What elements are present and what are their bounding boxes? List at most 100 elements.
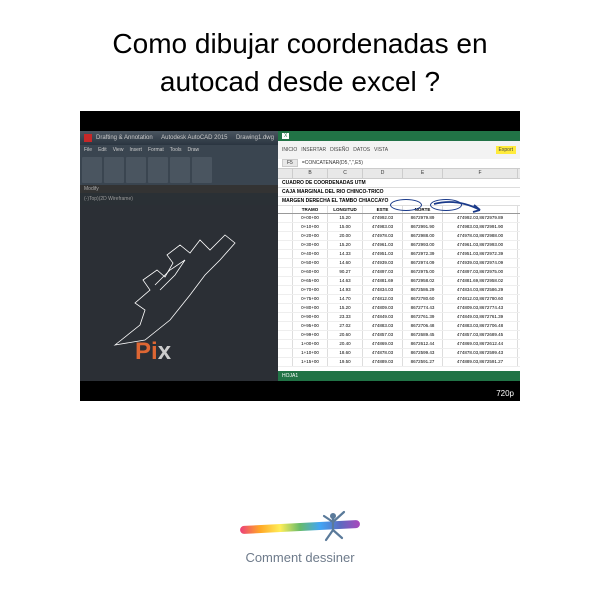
viewport-tab[interactable]: (-)Top)(2D Wireframe) [84, 196, 133, 202]
autocad-canvas[interactable]: Pix [80, 205, 278, 381]
table-row[interactable]: 0+95+0027.02474883.038672706.48474883.03… [278, 322, 520, 331]
grid-cell[interactable]: 8672612.44 [403, 340, 443, 348]
ribbon-tab[interactable]: VISTA [374, 147, 388, 153]
ribbon-button[interactable] [82, 157, 102, 183]
grid-cell[interactable] [278, 286, 293, 294]
grid-cell[interactable]: 474961.03,8672993.00 [443, 241, 518, 249]
menu-edit[interactable]: Edit [98, 147, 107, 153]
grid-cell[interactable]: 474889.03,8672591.27 [443, 358, 518, 366]
grid-cell[interactable]: 474878.03 [363, 349, 403, 357]
col-header[interactable]: B [293, 169, 328, 178]
menu-file[interactable]: File [84, 147, 92, 153]
grid-cell[interactable]: 8672974.09 [403, 259, 443, 267]
grid-cell[interactable]: 1+00+00 [293, 340, 328, 348]
grid-cell[interactable] [278, 214, 293, 222]
grid-cell[interactable]: 0+65+00 [293, 277, 328, 285]
grid-cell[interactable]: 474992.03 [363, 214, 403, 222]
grid-cell[interactable] [278, 232, 293, 240]
menu-tools[interactable]: Tools [170, 147, 182, 153]
table-row[interactable]: 1+15+0019.50474889.038672591.27474889.03… [278, 358, 520, 367]
grid-cell[interactable]: 18.60 [328, 349, 363, 357]
table-row[interactable]: 0+50+0014.60474939.038672974.09474939.03… [278, 259, 520, 268]
table-row[interactable]: 0+40+0014.33474951.038672972.39474951.03… [278, 250, 520, 259]
grid-cell[interactable]: 474878.03,8672599.43 [443, 349, 518, 357]
ribbon-tab[interactable]: INICIO [282, 147, 297, 153]
grid-cell[interactable]: 90.27 [328, 268, 363, 276]
grid-cell[interactable]: 19.50 [328, 358, 363, 366]
grid-cell[interactable] [278, 277, 293, 285]
table-row[interactable]: 0+75+0014.70474812.038672780.60474812.03… [278, 295, 520, 304]
table-row[interactable]: 0+80+0015.20474809.038672774.43474809.03… [278, 304, 520, 313]
table-row[interactable]: 0+90+0023.33474849.038672761.39474849.03… [278, 313, 520, 322]
grid-cell[interactable]: 474857.03 [363, 331, 403, 339]
table-row[interactable]: 0+65+0014.63474881.698672958.02474881.69… [278, 277, 520, 286]
grid-cell[interactable]: 14.63 [328, 277, 363, 285]
grid-cell[interactable]: 474869.03,8672612.44 [443, 340, 518, 348]
grid-cell[interactable]: 15.20 [328, 241, 363, 249]
sheet-tab[interactable]: HOJA1 [282, 373, 298, 379]
grid-cell[interactable] [278, 223, 293, 231]
grid-cell[interactable]: 474897.03,8672975.00 [443, 268, 518, 276]
grid-cell[interactable]: 15.00 [328, 223, 363, 231]
grid-cell[interactable]: 0+95+00 [293, 322, 328, 330]
grid-cell[interactable]: 8672774.43 [403, 304, 443, 312]
grid-cell[interactable]: 0+70+00 [293, 286, 328, 294]
grid-cell[interactable]: 20.60 [328, 331, 363, 339]
grid-cell[interactable]: 474883.03,8672706.48 [443, 322, 518, 330]
grid-cell[interactable]: 474983.03 [363, 223, 403, 231]
col-header[interactable]: E [403, 169, 443, 178]
grid-cell[interactable] [278, 295, 293, 303]
grid-cell[interactable]: 474869.03 [363, 340, 403, 348]
grid-cell[interactable]: 8672988.00 [403, 232, 443, 240]
grid-cell[interactable] [278, 241, 293, 249]
grid-cell[interactable]: 474983.03,8672991.90 [443, 223, 518, 231]
ribbon-button[interactable] [104, 157, 124, 183]
table-row[interactable]: 0+10+0015.00474983.038672991.90474983.03… [278, 223, 520, 232]
grid-cell[interactable] [278, 358, 293, 366]
grid-cell[interactable]: 14.33 [328, 250, 363, 258]
grid-cell[interactable]: 474939.03,8672974.09 [443, 259, 518, 267]
grid-cell[interactable]: 1+10+00 [293, 349, 328, 357]
grid-cell[interactable] [278, 340, 293, 348]
grid-cell[interactable]: 20.00 [328, 232, 363, 240]
table-row[interactable]: 0+99+0020.60474857.038672689.45474857.03… [278, 331, 520, 340]
grid-cell[interactable]: 474978.03,8672988.00 [443, 232, 518, 240]
grid-cell[interactable]: 8672689.45 [403, 331, 443, 339]
ribbon-button[interactable] [170, 157, 190, 183]
grid-cell[interactable]: 0+40+00 [293, 250, 328, 258]
grid-cell[interactable]: 23.33 [328, 313, 363, 321]
grid-cell[interactable]: 8672780.60 [403, 295, 443, 303]
ribbon-button[interactable] [126, 157, 146, 183]
menu-insert[interactable]: Insert [129, 147, 142, 153]
grid-cell[interactable] [278, 304, 293, 312]
ribbon-tab[interactable]: INSERTAR [301, 147, 326, 153]
menu-draw[interactable]: Draw [187, 147, 199, 153]
grid-cell[interactable]: 474939.03 [363, 259, 403, 267]
grid-cell[interactable]: 474834.03 [363, 286, 403, 294]
grid-cell[interactable]: 14.70 [328, 295, 363, 303]
col-header[interactable]: C [328, 169, 363, 178]
grid-cell[interactable]: 0+60+00 [293, 268, 328, 276]
grid-cell[interactable]: 0+20+00 [293, 232, 328, 240]
grid-cell[interactable]: 474951.03,8672972.39 [443, 250, 518, 258]
grid-cell[interactable] [278, 259, 293, 267]
grid-cell[interactable] [278, 250, 293, 258]
menu-format[interactable]: Format [148, 147, 164, 153]
ribbon-highlight[interactable]: Export [496, 146, 516, 154]
grid-cell[interactable]: 474857.03,8672689.45 [443, 331, 518, 339]
grid-cell[interactable] [278, 268, 293, 276]
grid-cell[interactable]: 474961.03 [363, 241, 403, 249]
grid-cell[interactable]: 8672993.00 [403, 241, 443, 249]
grid-cell[interactable]: 1+15+00 [293, 358, 328, 366]
grid-cell[interactable]: 0+00+00 [293, 214, 328, 222]
grid-cell[interactable]: 8672586.29 [403, 286, 443, 294]
ribbon-tab[interactable]: DISEÑO [330, 147, 349, 153]
formula-input[interactable]: =CONCATENAR(D5,",",E5) [302, 160, 363, 166]
grid-cell[interactable]: 474881.69 [363, 277, 403, 285]
grid-cell[interactable]: 8672591.27 [403, 358, 443, 366]
grid-cell[interactable]: 474978.03 [363, 232, 403, 240]
grid-cell[interactable]: 474881.69,8672958.02 [443, 277, 518, 285]
col-header[interactable] [278, 169, 293, 178]
table-row[interactable]: 1+00+0020.40474869.038672612.44474869.03… [278, 340, 520, 349]
table-row[interactable]: 0+70+0014.93474834.038672586.29474834.03… [278, 286, 520, 295]
